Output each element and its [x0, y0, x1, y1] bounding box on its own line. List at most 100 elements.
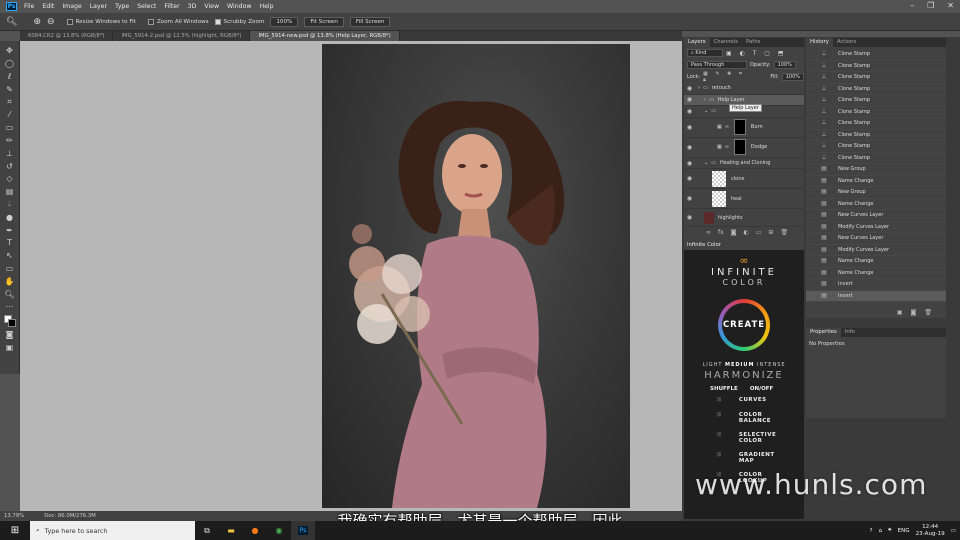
intensity-medium[interactable]: MEDIUM — [725, 362, 754, 368]
eye-icon[interactable]: ◉ — [684, 160, 695, 167]
group-icon[interactable]: ▭ — [756, 229, 762, 236]
color-swatches[interactable] — [3, 314, 17, 328]
shuffle-icon[interactable]: ⤨ — [716, 397, 721, 404]
history-item[interactable]: ▤ New Curves Layer — [806, 210, 946, 222]
menu-filter[interactable]: Filter — [164, 3, 179, 10]
intensity-light[interactable]: LIGHT — [702, 362, 722, 368]
tab-actions[interactable]: Actions — [833, 38, 860, 47]
menu-file[interactable]: File — [24, 3, 34, 10]
menu-3d[interactable]: 3D — [188, 3, 197, 10]
eyedropper-tool-icon[interactable]: ⁄ — [3, 109, 17, 121]
volume-icon[interactable]: 🔊︎ — [888, 527, 892, 534]
mask-icon[interactable]: ◙ — [731, 229, 737, 236]
brush-tool-icon[interactable]: ✏ — [3, 135, 17, 147]
tab-paths[interactable]: Paths — [742, 38, 764, 47]
shuffle-icon[interactable]: ⤨ — [716, 432, 721, 444]
tab-channels[interactable]: Channels — [710, 38, 743, 47]
harmonize-button[interactable]: HARMONIZE — [684, 370, 804, 381]
minimize-icon[interactable]: – — [910, 1, 914, 10]
eye-icon[interactable]: ◉ — [684, 108, 695, 115]
opacity-input[interactable]: 100% — [773, 61, 796, 69]
marquee-tool-icon[interactable]: ◯ — [3, 58, 17, 70]
lock-icons[interactable]: ▦ ✎ ✥ ⌗ 🔒︎ — [703, 71, 753, 83]
pen-tool-icon[interactable]: ✒ — [3, 224, 17, 236]
layer-row[interactable]: ◉ clone — [684, 169, 804, 190]
menu-image[interactable]: Image — [62, 3, 81, 10]
rectangle-tool-icon[interactable]: ▭ — [3, 263, 17, 275]
history-item[interactable]: ▤ New Group — [806, 187, 946, 199]
history-item[interactable]: ⊥ Clone Stamp — [806, 95, 946, 107]
trash-icon[interactable]: 🗑︎ — [780, 229, 788, 236]
resize-windows-checkbox[interactable]: Resize Windows to Fit — [66, 18, 136, 25]
eye-icon[interactable]: ◉ — [684, 124, 695, 131]
fill-input[interactable]: 100% — [781, 73, 804, 81]
move-tool-icon[interactable]: ✥ — [3, 45, 17, 57]
new-layer-icon[interactable]: ⊞ — [768, 229, 773, 236]
layer-row-selected[interactable]: ◉ › ▭ Help Layer Help Layer — [684, 94, 804, 112]
infinite-color-tab[interactable]: Infinite Color — [684, 241, 804, 250]
tab-history[interactable]: History — [806, 38, 833, 47]
color-balance-button[interactable]: COLOR BALANCE — [739, 412, 779, 424]
menu-select[interactable]: Select — [137, 3, 156, 10]
zoom-all-checkbox[interactable]: Zoom All Windows — [147, 18, 209, 25]
document-canvas[interactable] — [322, 44, 630, 508]
blur-tool-icon[interactable]: 💧︎ — [3, 199, 17, 211]
eraser-tool-icon[interactable]: ◇ — [3, 173, 17, 185]
quick-mask-icon[interactable]: ◙ — [3, 329, 17, 341]
layer-row[interactable]: ◉ heal — [684, 189, 804, 210]
chrome-icon[interactable]: ◉ — [267, 521, 291, 540]
windows-start-icon[interactable]: ⊞ — [0, 521, 30, 540]
selective-color-button[interactable]: SELECTIVE COLOR — [739, 432, 783, 444]
help-icon[interactable]: ? — [869, 528, 872, 534]
history-item[interactable]: ⊥ Clone Stamp — [806, 118, 946, 130]
path-select-tool-icon[interactable]: ↖ — [3, 250, 17, 262]
history-item[interactable]: ⊥ Clone Stamp — [806, 153, 946, 164]
lasso-tool-icon[interactable]: ℓ — [3, 71, 17, 83]
clone-stamp-tool-icon[interactable]: ⊥ — [3, 147, 17, 159]
link-layers-icon[interactable]: ∞ — [706, 229, 711, 236]
healing-brush-tool-icon[interactable]: ▭ — [3, 122, 17, 134]
zoom-100-button[interactable]: 100% — [270, 16, 299, 27]
history-item[interactable]: ⊥ Clone Stamp — [806, 72, 946, 84]
taskbar-search[interactable]: ⌕ Type here to search — [30, 521, 195, 540]
history-item[interactable]: ▤ New Group — [806, 164, 946, 176]
tab-properties[interactable]: Properties — [806, 328, 841, 337]
trash-icon[interactable]: 🗑︎ — [924, 309, 932, 316]
menu-type[interactable]: Type — [115, 3, 129, 10]
doc-tab[interactable]: IMG_5914-2.psd @ 12.5% (highlight, RGB/8… — [113, 31, 251, 41]
language-indicator[interactable]: ENG — [898, 528, 910, 534]
gradient-map-button[interactable]: GRADIENT MAP — [739, 452, 779, 464]
history-brush-tool-icon[interactable]: ↺ — [3, 160, 17, 172]
eye-icon[interactable]: ◉ — [684, 144, 695, 151]
shuffle-button[interactable]: SHUFFLE — [710, 386, 738, 392]
filter-icons[interactable]: ▣ ◐ T ▢ ⬒ — [726, 50, 787, 57]
history-item[interactable]: ▤ New Curves Layer — [806, 233, 946, 245]
shuffle-icon[interactable]: ⤨ — [716, 412, 721, 424]
menu-view[interactable]: View — [204, 3, 219, 10]
layer-row[interactable]: ◉ ▦ ∞ Burn — [684, 118, 804, 138]
intensity-intense[interactable]: INTENSE — [757, 362, 786, 368]
type-tool-icon[interactable]: T — [3, 237, 17, 249]
curves-button[interactable]: CURVES — [739, 397, 767, 404]
new-document-icon[interactable]: ▣ — [897, 309, 903, 316]
history-item[interactable]: ▤ Name Change — [806, 268, 946, 279]
notifications-icon[interactable]: ▭ — [951, 528, 956, 534]
history-item[interactable]: ⊥ Clone Stamp — [806, 107, 946, 118]
crop-tool-icon[interactable]: ⌗ — [3, 96, 17, 108]
layer-row[interactable]: ◉ highlights — [684, 209, 804, 228]
fit-screen-button[interactable]: Fit Screen — [304, 16, 344, 27]
onoff-button[interactable]: ON/OFF — [750, 386, 773, 392]
quick-select-tool-icon[interactable]: ✎ — [3, 83, 17, 95]
hand-tool-icon[interactable]: ✋ — [3, 275, 17, 287]
doc-tab[interactable]: 6084.CR2 @ 13.8% (RGB/8*) — [20, 31, 114, 41]
shuffle-icon[interactable]: ⤨ — [716, 452, 721, 464]
menu-layer[interactable]: Layer — [90, 3, 107, 10]
close-icon[interactable]: ✕ — [947, 1, 954, 10]
history-item[interactable]: ▤ Modify Curves Layer — [806, 222, 946, 233]
eye-icon[interactable]: ◉ — [684, 85, 695, 92]
history-item[interactable]: ⊥ Clone Stamp — [806, 61, 946, 72]
eye-icon[interactable]: ◉ — [684, 214, 695, 221]
network-icon[interactable]: ⌂ — [878, 528, 882, 534]
tab-layers[interactable]: Layers — [684, 38, 710, 47]
history-item[interactable]: ▤ Invert — [806, 279, 946, 291]
